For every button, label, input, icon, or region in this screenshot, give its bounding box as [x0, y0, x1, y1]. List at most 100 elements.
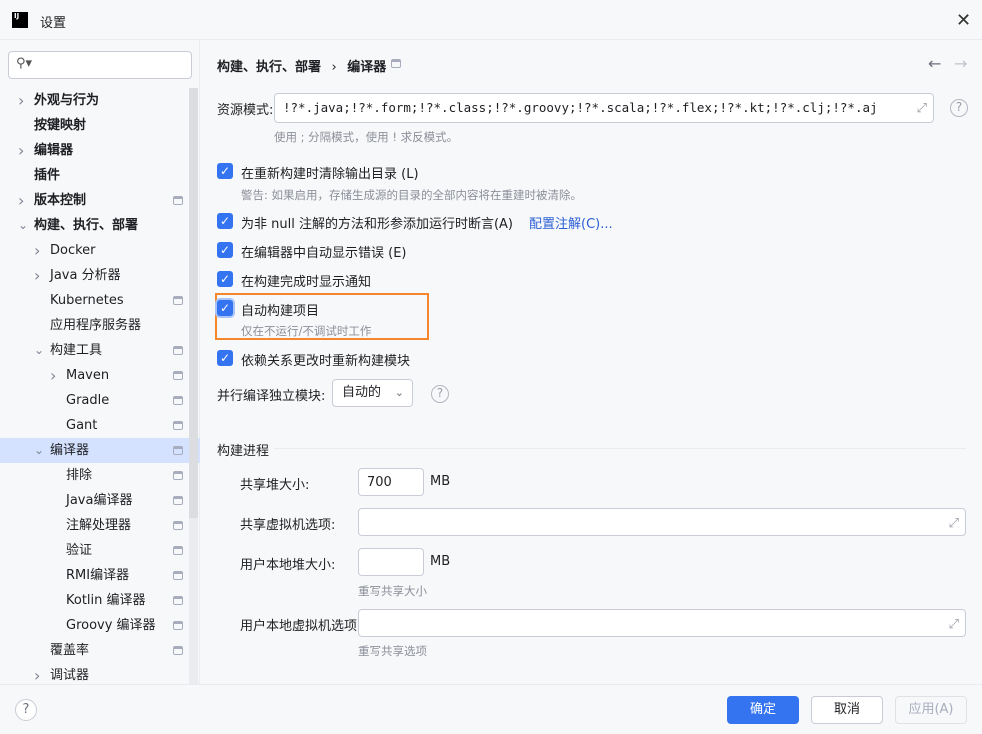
project-settings-icon [173, 421, 183, 430]
help-icon[interactable]: ? [431, 385, 449, 403]
sidebar-item-label: Gradle [66, 393, 110, 408]
sidebar-item-label: 插件 [34, 168, 61, 183]
section-divider [274, 448, 966, 449]
expand-icon[interactable]: ⤢ [949, 611, 959, 639]
chevron-right-icon[interactable]: › [18, 138, 24, 163]
sidebar-item-label: 构建、执行、部署 [34, 218, 139, 233]
sidebar-item-label: Docker [50, 243, 96, 258]
sidebar-item[interactable]: Gant [0, 413, 189, 438]
chevron-right-icon[interactable]: › [34, 263, 40, 288]
project-settings-icon [173, 521, 183, 530]
sidebar-item[interactable]: 覆盖率 [0, 638, 189, 663]
sidebar-item[interactable]: › Docker [0, 238, 189, 263]
configure-annotations-link[interactable]: 配置注解(C)... [529, 217, 613, 232]
user-heap-hint: 重写共享大小 [358, 584, 427, 598]
sidebar-item[interactable]: › 版本控制 [0, 188, 189, 213]
scrollbar-thumb[interactable] [189, 88, 198, 518]
sidebar-item-label: 构建工具 [50, 343, 103, 358]
project-settings-icon [173, 471, 183, 480]
sidebar-item-label: 覆盖率 [50, 643, 90, 658]
project-settings-icon [173, 546, 183, 555]
sidebar-item[interactable]: › 外观与行为 [0, 88, 189, 113]
sidebar-item[interactable]: 排除 [0, 463, 189, 488]
sidebar-item[interactable]: RMI编译器 [0, 563, 189, 588]
chevron-right-icon[interactable]: › [18, 188, 24, 213]
sidebar-item[interactable]: › Java 分析器 [0, 263, 189, 288]
sidebar-item[interactable]: 注解处理器 [0, 513, 189, 538]
sidebar-item[interactable]: ⌄ 构建、执行、部署 [0, 213, 189, 238]
parallel-compile-select[interactable]: 自动的 ⌄ [332, 379, 413, 407]
shared-heap-input[interactable]: 700 [358, 468, 424, 496]
rebuild-on-dependency-label: 依赖关系更改时重新构建模块 [241, 354, 411, 369]
user-vm-input[interactable]: ⤢ [358, 609, 966, 637]
breadcrumb-parent[interactable]: 构建、执行、部署 [217, 60, 321, 75]
runtime-assertions-checkbox[interactable]: ✓ [217, 213, 233, 229]
sidebar-item[interactable]: Gradle [0, 388, 189, 413]
chevron-down-icon[interactable]: ⌄ [18, 213, 28, 238]
shared-vm-input[interactable]: ⤢ [358, 508, 966, 536]
chevron-right-icon[interactable]: › [18, 88, 24, 113]
chevron-right-icon[interactable]: › [50, 363, 56, 388]
auto-build-label: 自动构建项目 [241, 304, 320, 319]
sidebar-item-label: 排除 [66, 468, 93, 483]
shared-heap-label: 共享堆大小: [240, 478, 310, 493]
clear-output-hint: 警告: 如果启用，存储生成源的目录的全部内容将在重建时被清除。 [241, 188, 583, 202]
sidebar-item[interactable]: › 编辑器 [0, 138, 189, 163]
sidebar-item-label: 外观与行为 [34, 93, 100, 108]
sidebar-item-label: Maven [66, 368, 110, 383]
auto-build-checkbox[interactable]: ✓ [217, 300, 233, 316]
project-settings-icon [173, 396, 183, 405]
search-input[interactable]: ⚲▾ [8, 51, 192, 79]
project-settings-icon [173, 196, 183, 205]
chevron-down-icon[interactable]: ⌄ [34, 338, 44, 363]
sidebar-item[interactable]: ⌄ 编译器 [0, 438, 200, 463]
sidebar-item[interactable]: Kubernetes [0, 288, 189, 313]
chevron-right-icon[interactable]: › [34, 238, 40, 263]
shared-heap-unit: MB [430, 474, 451, 489]
user-heap-unit: MB [430, 554, 451, 569]
runtime-assertions-label: 为非 null 注解的方法和形参添加运行时断言(A) 配置注解(C)... [241, 217, 613, 232]
back-arrow-icon[interactable]: ← [928, 54, 941, 73]
window-title: 设置 [40, 16, 67, 31]
sidebar-item[interactable]: › Maven [0, 363, 189, 388]
expand-icon[interactable]: ⤢ [949, 510, 959, 538]
resource-patterns-input[interactable]: !?*.java;!?*.form;!?*.class;!?*.groovy;!… [274, 93, 934, 123]
sidebar-item[interactable]: 验证 [0, 538, 189, 563]
sidebar-item[interactable]: 按键映射 [0, 113, 189, 138]
project-settings-icon [391, 59, 401, 68]
rebuild-on-dependency-checkbox[interactable]: ✓ [217, 350, 233, 366]
sidebar-item-label: 注解处理器 [66, 518, 132, 533]
sidebar-item[interactable]: Kotlin 编译器 [0, 588, 189, 613]
cancel-button[interactable]: 取消 [811, 696, 883, 724]
chevron-down-icon[interactable]: ⌄ [34, 438, 44, 463]
project-settings-icon [173, 371, 183, 380]
search-icon: ⚲▾ [16, 56, 33, 71]
expand-icon[interactable]: ⤢ [917, 95, 927, 123]
forward-arrow-icon[interactable]: → [954, 54, 967, 73]
sidebar-item[interactable]: 插件 [0, 163, 189, 188]
project-settings-icon [173, 346, 183, 355]
sidebar-item[interactable]: ⌄ 构建工具 [0, 338, 189, 363]
help-icon[interactable]: ? [950, 99, 968, 117]
clear-output-checkbox[interactable]: ✓ [217, 163, 233, 179]
apply-button[interactable]: 应用(A) [895, 696, 967, 724]
sidebar-item[interactable]: Groovy 编译器 [0, 613, 189, 638]
project-settings-icon [173, 646, 183, 655]
project-settings-icon [173, 446, 183, 455]
user-heap-label: 用户本地堆大小: [240, 558, 336, 573]
close-icon[interactable]: ✕ [956, 10, 971, 31]
app-logo-icon: IJ _ [12, 12, 28, 29]
build-notification-checkbox[interactable]: ✓ [217, 271, 233, 287]
footer: ? 确定 取消 应用(A) [0, 684, 982, 734]
sidebar-item-label: 编译器 [50, 443, 90, 458]
sidebar-item-label: Gant [66, 418, 98, 433]
sidebar-item[interactable]: Java编译器 [0, 488, 189, 513]
sidebar-item-label: Groovy 编译器 [66, 618, 156, 633]
help-icon[interactable]: ? [15, 699, 37, 721]
ok-button[interactable]: 确定 [727, 696, 799, 724]
breadcrumb-current: 编译器 [347, 60, 387, 75]
sidebar-item[interactable]: 应用程序服务器 [0, 313, 189, 338]
user-heap-input[interactable] [358, 548, 424, 576]
show-errors-checkbox[interactable]: ✓ [217, 242, 233, 258]
breadcrumb-separator: › [331, 60, 337, 75]
